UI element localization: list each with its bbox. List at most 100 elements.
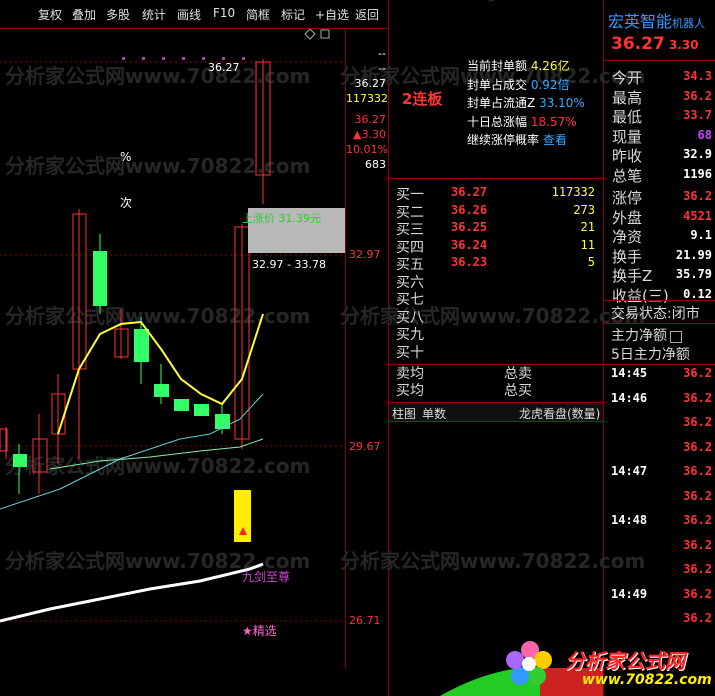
tick-price: 36.2 (683, 415, 712, 429)
order-price: 36.25 (451, 220, 488, 234)
quote-row: 总笔 1196 (612, 165, 712, 185)
quote-label: 最低 (612, 108, 643, 126)
quote-row: 净资 9.1 (612, 226, 712, 246)
tick-price: 36.2 (683, 513, 712, 527)
toolbar-draw-button[interactable]: 画线 (177, 6, 201, 23)
order-price: 36.27 (451, 185, 488, 199)
quote-row: 最高 36.2 (612, 87, 712, 107)
tab-bar-chart[interactable]: 柱图 (392, 405, 416, 422)
tick-time: 14:46 (611, 390, 648, 405)
quote-row: 换手 21.99 (612, 246, 712, 266)
quote-row: 今开 34.3 (612, 67, 712, 87)
quote-label: 昨收 (612, 147, 643, 165)
quote-label: 今开 (612, 69, 643, 87)
quote-label: 换手Z (612, 267, 653, 285)
collapse-bar[interactable]: ⌃ (389, 0, 603, 12)
quote-row: 昨收 32.9 (612, 145, 712, 165)
range-label: 32.97 - 33.78 (252, 258, 326, 271)
quote-table: 今开 34.3 最高 36.2 最低 33.7 现量 68 昨收 32.9 总笔 1196 涨停 36.2… (612, 67, 712, 305)
order-row: 买五 36.23 5 (389, 254, 603, 273)
tick-row: 14:46 36.2 (604, 391, 715, 416)
ma-white (0, 562, 264, 623)
expand-icon[interactable] (670, 330, 682, 343)
tab-dragon-tiger[interactable]: 龙虎看盘(数量) (519, 405, 600, 422)
tick-price: 36.2 (683, 366, 712, 380)
avg-rows: 卖均 总卖 买均 总买 (396, 366, 532, 399)
toolbar-add-watch-button[interactable]: +自选 (315, 6, 349, 23)
high-price-tag: 36.27 (208, 61, 240, 74)
tick-time: 14:49 (611, 586, 648, 601)
tick-row: 36.2 (604, 415, 715, 440)
order-volume: 117332 (551, 185, 595, 199)
toolbar-multi-stock-button[interactable]: 多股 (106, 6, 130, 23)
toolbar-back-button[interactable]: 返回 (355, 6, 379, 23)
logo-flower-icon (506, 641, 552, 685)
quote-value: 0.12 (683, 286, 712, 301)
ma-green (49, 438, 264, 470)
main-flow-5d[interactable]: 5日主力净额 (611, 344, 690, 364)
tick-list: 14:45 36.2 14:46 36.2 36.2 36.2 14:47 36.2 36.2 1… (604, 366, 715, 636)
tab-bar: 柱图 单数 龙虎看盘(数量) (389, 403, 603, 421)
candles (0, 59, 271, 494)
tab-order-count[interactable]: 单数 (422, 405, 446, 422)
tick-time: 14:45 (611, 366, 648, 380)
quote-value: 4521 (683, 208, 712, 223)
price-label-1: 32.97 (349, 248, 381, 261)
order-volume: 273 (573, 202, 595, 217)
toolbar-overlay-button[interactable]: 叠加 (72, 6, 96, 23)
quote-value: 35.79 (675, 267, 712, 281)
price-label-3: 26.71 (349, 614, 381, 627)
tick-price: 36.2 (683, 611, 712, 625)
quote-row: 最低 33.7 (612, 106, 712, 126)
order-row: 买十 (389, 342, 603, 361)
quote-row: 收益(三) 0.12 (612, 285, 712, 305)
tick-row: 14:49 36.2 (604, 587, 715, 612)
quote-label: 涨停 (612, 189, 643, 207)
tick-row: 36.2 (604, 611, 715, 636)
tick-time: 14:48 (611, 513, 648, 527)
order-price: 36.24 (451, 237, 488, 252)
quote-row: 外盘 4521 (612, 207, 712, 227)
tick-time: 14:47 (611, 464, 648, 478)
tick-price: 36.2 (683, 464, 712, 478)
order-row: 买一 36.27 117332 (389, 184, 603, 203)
stock-name[interactable]: 宏英智能 (608, 12, 672, 31)
quote-value: 9.1 (690, 228, 712, 242)
chart-toolbar: 复权 叠加 多股 统计 画线 F10 简框 标记 +自选 返回 (0, 0, 388, 28)
order-row: 买二 36.26 273 (389, 202, 603, 221)
order-volume: 11 (580, 237, 595, 252)
price-label-2: 29.67 (349, 440, 381, 453)
kline-chart[interactable] (0, 29, 388, 696)
tick-row: 14:47 36.2 (604, 464, 715, 489)
order-volume: 21 (580, 220, 595, 234)
order-row: 买九 (389, 324, 603, 343)
tick-price: 36.2 (683, 390, 712, 405)
quote-label: 外盘 (612, 208, 643, 227)
order-row: 买四 36.24 11 (389, 237, 603, 256)
order-row: 买三 36.25 21 (389, 219, 603, 238)
toolbar-f10-button[interactable]: F10 (213, 6, 235, 20)
quote-row: 换手Z 35.79 (612, 265, 712, 285)
limit-up-label: 上涨价 31.39元 (242, 212, 321, 225)
logo-url: www.70822.com (582, 672, 712, 688)
stock-header: 宏英智能机器人 (608, 8, 705, 32)
quote-value: 68 (697, 127, 712, 142)
order-row: 买七 (389, 289, 603, 308)
stock-change: 3.30 (669, 38, 699, 52)
toolbar-fuquan-button[interactable]: 复权 (38, 6, 62, 23)
selected-label: ★精选 (242, 624, 277, 638)
order-book: 买一 36.27 117332 买二 36.26 273 买三 36.25 21 买四 36.24 1… (389, 184, 603, 361)
toolbar-simple-button[interactable]: 简框 (246, 6, 270, 23)
collapse-icon[interactable]: ⌃ (487, 0, 495, 9)
toolbar-stats-button[interactable]: 统计 (142, 6, 166, 23)
tick-price: 36.2 (683, 562, 712, 576)
quote-value: 32.9 (683, 147, 712, 161)
stock-price: 36.27 (611, 34, 665, 54)
quote-label: 换手 (612, 247, 643, 266)
toolbar-mark-button[interactable]: 标记 (281, 6, 305, 23)
count-label: 次 (120, 196, 133, 210)
probability-link[interactable]: 查看 (543, 133, 567, 147)
price-axis-info: -- -- 36.27 117332 36.27 ▲3.30 10.01% 68… (346, 47, 388, 171)
tick-row: 14:48 36.2 (604, 513, 715, 538)
main-flow[interactable]: 主力净额 (611, 325, 682, 345)
